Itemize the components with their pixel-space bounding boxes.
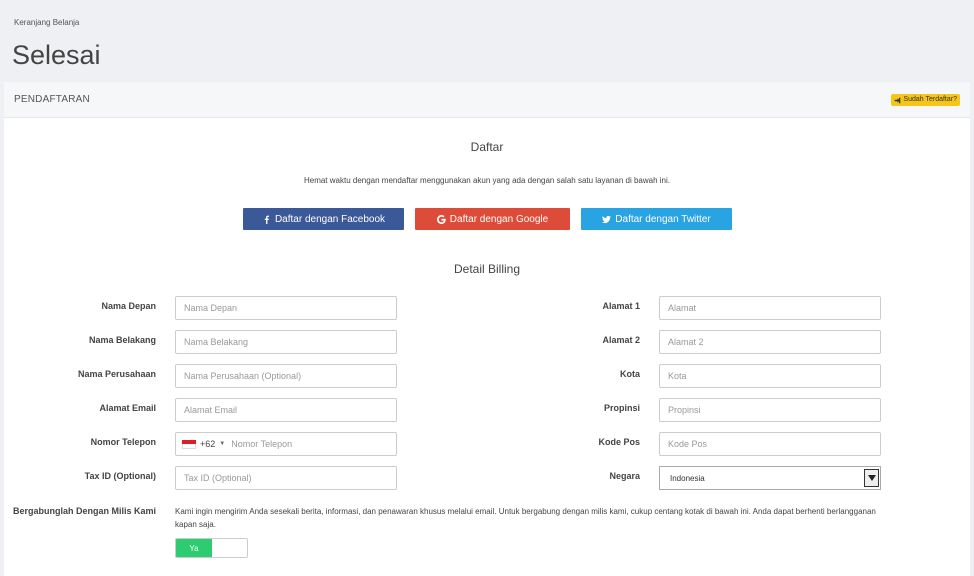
country-label: Negara (609, 471, 640, 481)
province-input[interactable]: Propinsi (659, 398, 881, 422)
postcode-label: Kode Pos (598, 437, 640, 447)
mailing-list-label: Bergabunglah Dengan Milis Kami (12, 506, 156, 516)
province-label: Propinsi (603, 403, 640, 413)
address1-input[interactable]: Alamat (659, 296, 881, 320)
sign-in-icon (895, 97, 901, 103)
breadcrumb[interactable]: Keranjang Belanja (14, 18, 79, 27)
address2-input[interactable]: Alamat 2 (659, 330, 881, 354)
triangle-down-icon (867, 475, 876, 481)
select-arrow-button[interactable] (864, 469, 879, 487)
register-subtitle: Hemat waktu dengan mendaftar menggunakan… (303, 176, 671, 185)
address1-label: Alamat 1 (602, 301, 640, 311)
register-title: Daftar (470, 140, 504, 154)
already-registered-button[interactable]: Sudah Terdaftar? (891, 94, 960, 106)
facebook-icon (264, 215, 269, 224)
postcode-input[interactable]: Kode Pos (659, 432, 881, 456)
google-register-button[interactable]: Daftar dengan Google (415, 208, 570, 230)
facebook-register-button[interactable]: Daftar dengan Facebook (243, 208, 404, 230)
address2-label: Alamat 2 (602, 335, 640, 345)
panel-title: PENDAFTARAN (14, 94, 90, 105)
already-registered-label: Sudah Terdaftar? (903, 96, 957, 103)
billing-title: Detail Billing (453, 262, 521, 276)
twitter-register-button[interactable]: Daftar dengan Twitter (581, 208, 732, 230)
google-register-label: Daftar dengan Google (449, 213, 549, 225)
country-select[interactable]: Indonesia (659, 466, 881, 490)
twitter-register-label: Daftar dengan Twitter (615, 213, 711, 225)
toggle-on-label: Ya (176, 539, 212, 557)
registration-panel: PENDAFTARAN Sudah Terdaftar? Daftar Hema… (4, 82, 970, 576)
panel-header: PENDAFTARAN Sudah Terdaftar? (4, 82, 970, 118)
twitter-icon (602, 215, 612, 223)
city-input[interactable]: Kota (659, 364, 881, 388)
mailing-list-text: Kami ingin mengirim Anda sesekali berita… (175, 507, 876, 529)
city-label: Kota (620, 369, 640, 379)
facebook-register-label: Daftar dengan Facebook (274, 213, 386, 225)
google-icon (436, 214, 446, 224)
mailing-list-toggle[interactable]: Ya (175, 538, 248, 558)
page-title: Selesai (12, 40, 101, 70)
country-select-value: Indonesia (670, 473, 705, 483)
